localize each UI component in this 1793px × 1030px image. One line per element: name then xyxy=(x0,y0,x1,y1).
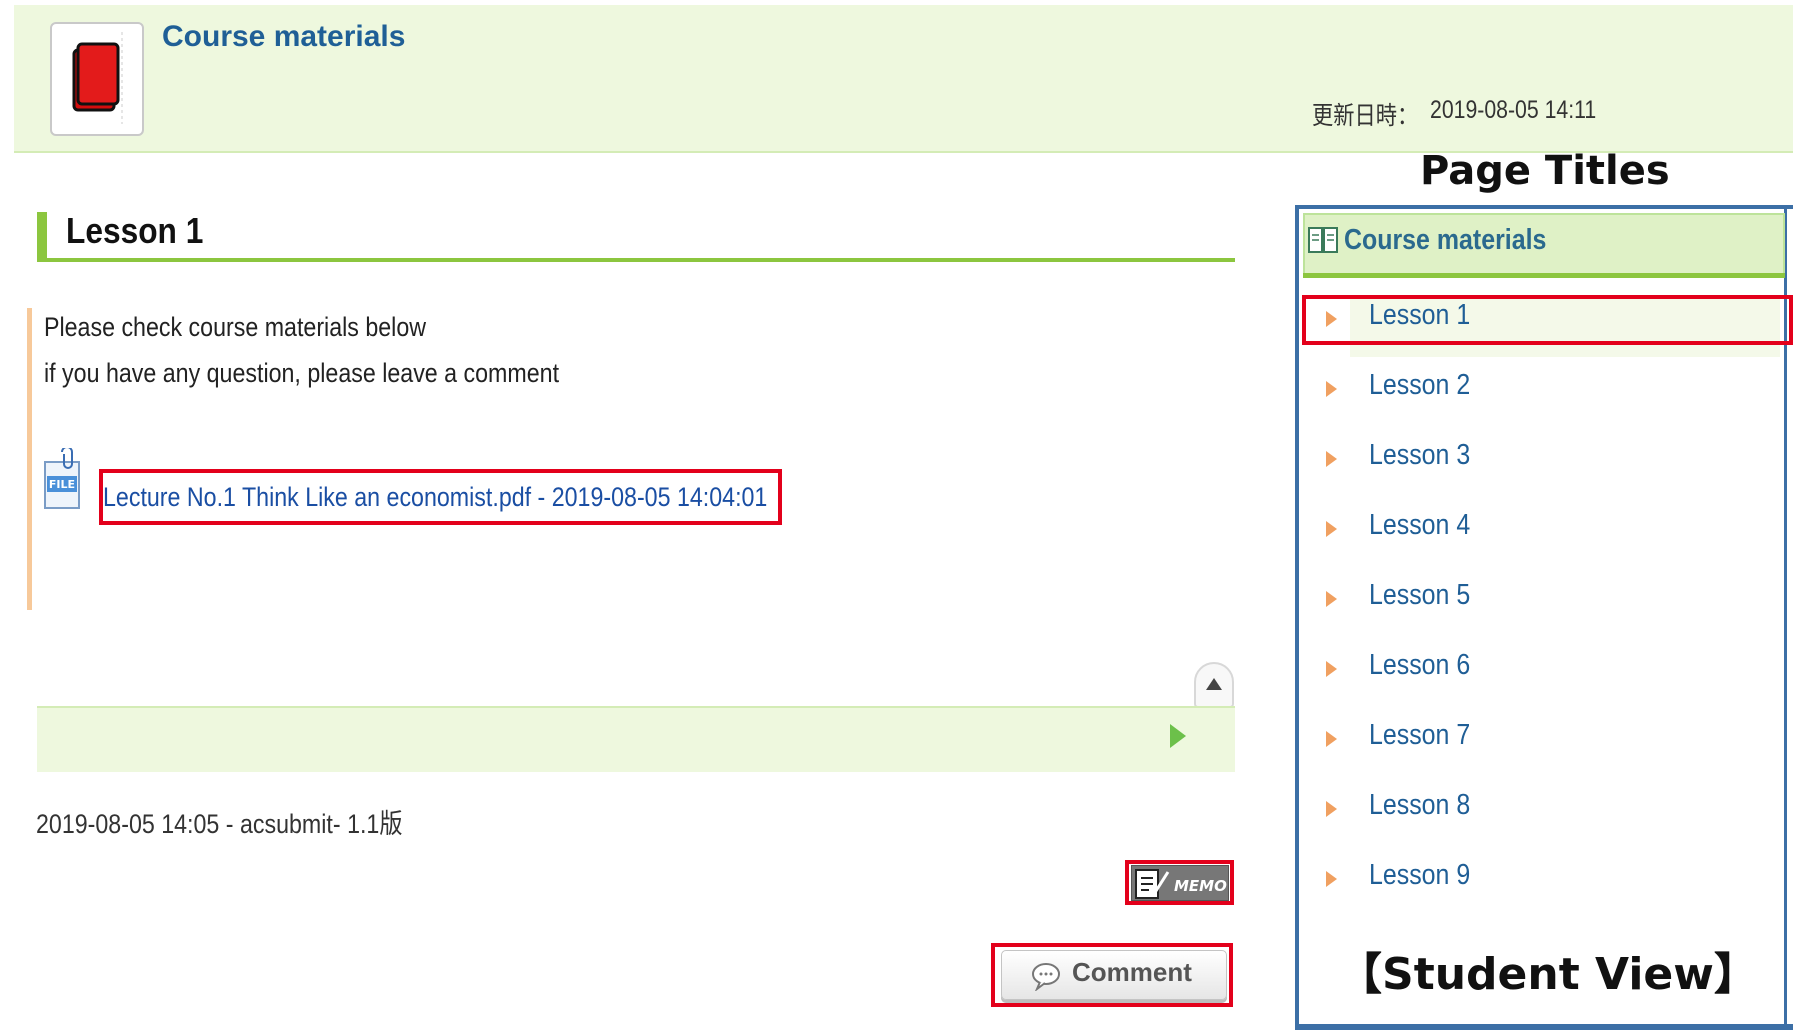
lesson-title: Lesson 1 xyxy=(66,210,204,251)
lesson-arrow-icon xyxy=(1326,451,1337,467)
memo-icon: MEMO xyxy=(1135,869,1227,899)
heading-underline xyxy=(37,258,1235,262)
lesson-arrow-icon xyxy=(1326,801,1337,817)
lesson-arrow-icon xyxy=(1326,521,1337,537)
sidebar-item-label: Lesson 8 xyxy=(1369,789,1471,821)
file-icon: FILE xyxy=(44,446,80,510)
body-text-line: Please check course materials below xyxy=(44,312,427,342)
scroll-top-button[interactable] xyxy=(1194,662,1234,708)
sidebar-item-label: Lesson 3 xyxy=(1369,439,1471,471)
sidebar-title[interactable]: Course materials xyxy=(1344,224,1546,257)
comment-button-label[interactable]: Comment xyxy=(1072,957,1192,988)
sidebar-frame-bottom xyxy=(1295,1024,1793,1030)
sidebar-item-lesson-3[interactable]: Lesson 3 xyxy=(1320,435,1780,491)
lesson-arrow-icon xyxy=(1326,591,1337,607)
sidebar-item-label: Lesson 4 xyxy=(1369,509,1471,541)
sidebar-item-lesson-9[interactable]: Lesson 9 xyxy=(1320,855,1780,911)
heading-accent-bar xyxy=(37,212,47,260)
lesson-arrow-icon xyxy=(1326,381,1337,397)
memo-button[interactable]: MEMO xyxy=(1131,865,1229,901)
updated-label: 更新日時： xyxy=(1312,102,1419,130)
sidebar-item-lesson-7[interactable]: Lesson 7 xyxy=(1320,715,1780,771)
sidebar-item-lesson-4[interactable]: Lesson 4 xyxy=(1320,505,1780,561)
sidebar-header-underline xyxy=(1303,273,1785,278)
sidebar-item-label: Lesson 6 xyxy=(1369,649,1471,681)
sidebar-item-label: Lesson 7 xyxy=(1369,719,1471,751)
file-download-link[interactable]: Lecture No.1 Think Like an economist.pdf… xyxy=(103,482,767,513)
revision-info: 2019-08-05 14:05 - acsubmit- 1.1版 xyxy=(36,809,403,839)
sidebar-item-lesson-6[interactable]: Lesson 6 xyxy=(1320,645,1780,701)
page-titles-annotation: Page Titles xyxy=(1420,148,1670,194)
next-arrow-icon[interactable] xyxy=(1170,724,1186,748)
book-icon xyxy=(50,22,144,136)
sidebar-item-lesson-8[interactable]: Lesson 8 xyxy=(1320,785,1780,841)
scroll-top-icon xyxy=(1206,678,1222,690)
active-item-highlight xyxy=(1302,295,1793,345)
lesson-arrow-icon xyxy=(1326,871,1337,887)
sidebar-book-icon xyxy=(1307,225,1339,255)
body-text-line: if you have any question, please leave a… xyxy=(44,358,560,388)
updated-timestamp: 2019-08-05 14:11 xyxy=(1430,96,1597,124)
svg-text:MEMO: MEMO xyxy=(1174,877,1227,895)
lesson-arrow-icon xyxy=(1326,731,1337,747)
sidebar-item-lesson-2[interactable]: Lesson 2 xyxy=(1320,365,1780,421)
sidebar-item-label: Lesson 2 xyxy=(1369,369,1471,401)
lesson-arrow-icon xyxy=(1326,661,1337,677)
page-nav-bar xyxy=(37,706,1235,772)
student-view-annotation: 【Student View】 xyxy=(1338,949,1758,1000)
sidebar-item-label: Lesson 5 xyxy=(1369,579,1471,611)
sidebar-item-lesson-5[interactable]: Lesson 5 xyxy=(1320,575,1780,631)
page-title: Course materials xyxy=(162,20,406,53)
sidebar-item-label: Lesson 9 xyxy=(1369,859,1471,891)
svg-text:FILE: FILE xyxy=(49,478,75,491)
content-accent-bar xyxy=(27,308,32,610)
comment-bubble-icon xyxy=(1032,963,1060,991)
